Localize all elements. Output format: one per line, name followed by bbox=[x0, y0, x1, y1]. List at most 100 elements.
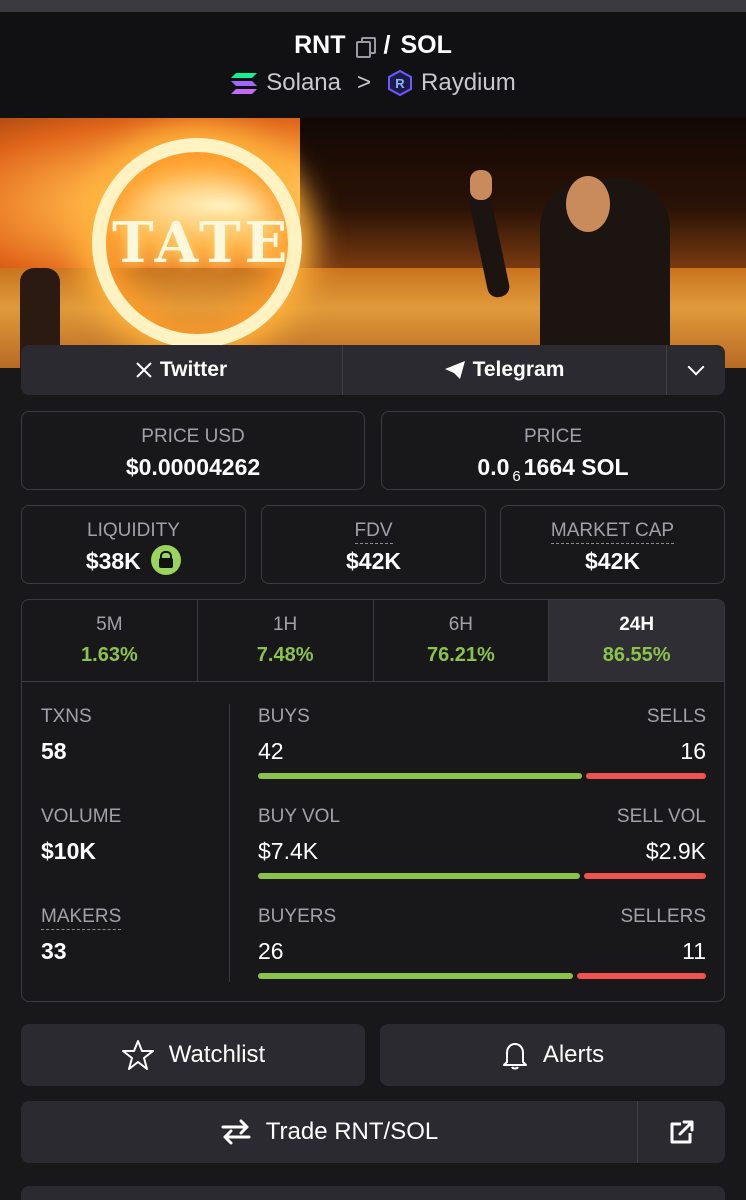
banner-figure-hand bbox=[470, 170, 492, 200]
dex-link[interactable]: Raydium bbox=[421, 69, 516, 97]
external-link-icon bbox=[670, 1120, 694, 1144]
sells-value: 16 bbox=[680, 738, 706, 764]
summary-column: TXNS 58 VOLUME $10K MAKERS 33 bbox=[41, 706, 231, 1001]
banner-figure-head bbox=[566, 176, 610, 232]
star-icon bbox=[121, 1040, 154, 1070]
makers-ratio-bar bbox=[258, 973, 706, 979]
tab-5m[interactable]: 5M 1.63% bbox=[22, 600, 198, 681]
market-cap-label[interactable]: MARKET CAP bbox=[501, 520, 724, 544]
telegram-button[interactable]: Telegram bbox=[343, 345, 667, 395]
tab-24h[interactable]: 24H 86.55% bbox=[549, 600, 724, 681]
top-status-strip bbox=[0, 0, 746, 12]
tab-change: 76.21% bbox=[426, 644, 495, 666]
volume-value: $10K bbox=[41, 838, 96, 864]
buys-sells-row: BUYS SELLS 42 16 bbox=[258, 706, 706, 806]
telegram-label: Telegram bbox=[472, 358, 565, 381]
banner-sky bbox=[300, 118, 746, 268]
volume-label: VOLUME bbox=[41, 806, 122, 827]
twitter-label: Twitter bbox=[159, 358, 228, 381]
tab-change: 7.48% bbox=[256, 644, 314, 666]
txns-ratio-bar bbox=[258, 773, 706, 779]
tab-change: 1.63% bbox=[81, 644, 138, 666]
price-native-box: PRICE 0.0 6 1664 SOL bbox=[381, 411, 725, 490]
sell-vol-label: SELL VOL bbox=[616, 806, 706, 827]
timeframe-tabs: 5M 1.63% 1H 7.48% 6H 76.21% 24H 86.55% bbox=[22, 600, 724, 682]
buy-sell-column: BUYS SELLS 42 16 BUY VOL SELL VOL $7.4K … bbox=[258, 706, 706, 1001]
buyers-sellers-row: BUYERS SELLERS 26 11 bbox=[258, 906, 706, 1001]
tab-6h[interactable]: 6H 76.21% bbox=[374, 600, 550, 681]
banner-logo-text: TATE bbox=[112, 210, 292, 276]
price-native-digits: 1664 SOL bbox=[523, 454, 629, 480]
txns-stat: TXNS 58 bbox=[41, 706, 231, 806]
liquidity-value: $38K bbox=[22, 545, 245, 578]
buy-vol-label: BUY VOL bbox=[258, 806, 341, 827]
fdv-box: FDV $42K bbox=[261, 505, 486, 584]
price-native-zero-count: 6 bbox=[512, 467, 521, 485]
buys-label: BUYS bbox=[258, 706, 310, 727]
swap-arrows-icon bbox=[221, 1119, 251, 1145]
next-section-edge bbox=[21, 1186, 725, 1200]
tab-label: 6H bbox=[448, 614, 474, 635]
market-cap-value: $42K bbox=[585, 548, 640, 574]
tab-change: 86.55% bbox=[602, 644, 671, 666]
volume-stat: VOLUME $10K bbox=[41, 806, 231, 906]
buyers-value: 26 bbox=[258, 938, 284, 964]
buyvol-sellvol-row: BUY VOL SELL VOL $7.4K $2.9K bbox=[258, 806, 706, 906]
external-link-button[interactable] bbox=[639, 1101, 725, 1163]
price-usd-label: PRICE USD bbox=[141, 426, 245, 447]
sell-ratio-fill bbox=[576, 973, 706, 979]
sells-label: SELLS bbox=[646, 706, 706, 727]
sell-vol-value: $2.9K bbox=[645, 838, 706, 864]
chain-link[interactable]: Solana bbox=[266, 69, 341, 97]
stats-panel: 5M 1.63% 1H 7.48% 6H 76.21% 24H 86.55% T… bbox=[21, 599, 725, 1002]
lock-icon[interactable] bbox=[151, 545, 182, 575]
txns-label: TXNS bbox=[41, 706, 92, 727]
solana-icon bbox=[231, 73, 258, 94]
sellers-value: 11 bbox=[682, 938, 706, 964]
pair-separator: / bbox=[383, 31, 391, 59]
twitter-button[interactable]: Twitter bbox=[21, 345, 343, 395]
token-banner-image: TATE bbox=[0, 118, 746, 368]
makers-label[interactable]: MAKERS bbox=[41, 906, 231, 930]
sell-ratio-fill bbox=[586, 773, 706, 779]
fdv-label[interactable]: FDV bbox=[262, 520, 485, 544]
price-native-value: 0.0 6 1664 SOL bbox=[382, 454, 724, 485]
sell-ratio-fill bbox=[584, 873, 706, 879]
copy-icon[interactable] bbox=[355, 36, 376, 58]
column-divider bbox=[229, 704, 230, 982]
pair-header: RNT / SOL Solana > R Raydium bbox=[0, 12, 746, 118]
price-native-label: PRICE bbox=[523, 426, 583, 447]
telegram-icon bbox=[444, 361, 465, 379]
price-native-prefix: 0.0 bbox=[477, 454, 510, 480]
chevron-down-icon bbox=[687, 358, 705, 376]
makers-value: 33 bbox=[41, 938, 67, 964]
tab-1h[interactable]: 1H 7.48% bbox=[198, 600, 374, 681]
quote-symbol: SOL bbox=[400, 31, 452, 59]
alerts-button[interactable]: Alerts bbox=[380, 1024, 725, 1086]
price-usd-value: $0.00004262 bbox=[125, 454, 261, 480]
fdv-value: $42K bbox=[346, 548, 401, 574]
chevron-right-icon: > bbox=[357, 69, 372, 96]
watchlist-button[interactable]: Watchlist bbox=[21, 1024, 365, 1086]
price-usd-box: PRICE USD $0.00004262 bbox=[21, 411, 365, 490]
alerts-label: Alerts bbox=[542, 1041, 605, 1068]
buy-ratio-fill bbox=[258, 773, 583, 779]
tab-label: 24H bbox=[619, 614, 655, 635]
buy-ratio-fill bbox=[258, 973, 573, 979]
makers-stat: MAKERS 33 bbox=[41, 906, 231, 1001]
trade-bar: Trade RNT/SOL bbox=[21, 1101, 725, 1163]
trade-button[interactable]: Trade RNT/SOL bbox=[21, 1101, 638, 1163]
x-logo-icon bbox=[136, 362, 152, 378]
buyers-label: BUYERS bbox=[258, 906, 337, 927]
trade-label: Trade RNT/SOL bbox=[265, 1118, 439, 1145]
pair-title: RNT / SOL bbox=[0, 31, 746, 60]
buys-value: 42 bbox=[258, 738, 284, 764]
market-cap-box: MARKET CAP $42K bbox=[500, 505, 725, 584]
sellers-label: SELLERS bbox=[620, 906, 706, 927]
more-links-button[interactable] bbox=[667, 345, 725, 395]
svg-text:R: R bbox=[395, 76, 405, 91]
social-links-bar: Twitter Telegram bbox=[21, 345, 725, 395]
buy-ratio-fill bbox=[258, 873, 581, 879]
liquidity-amount: $38K bbox=[85, 548, 141, 575]
tab-label: 1H bbox=[272, 614, 298, 635]
